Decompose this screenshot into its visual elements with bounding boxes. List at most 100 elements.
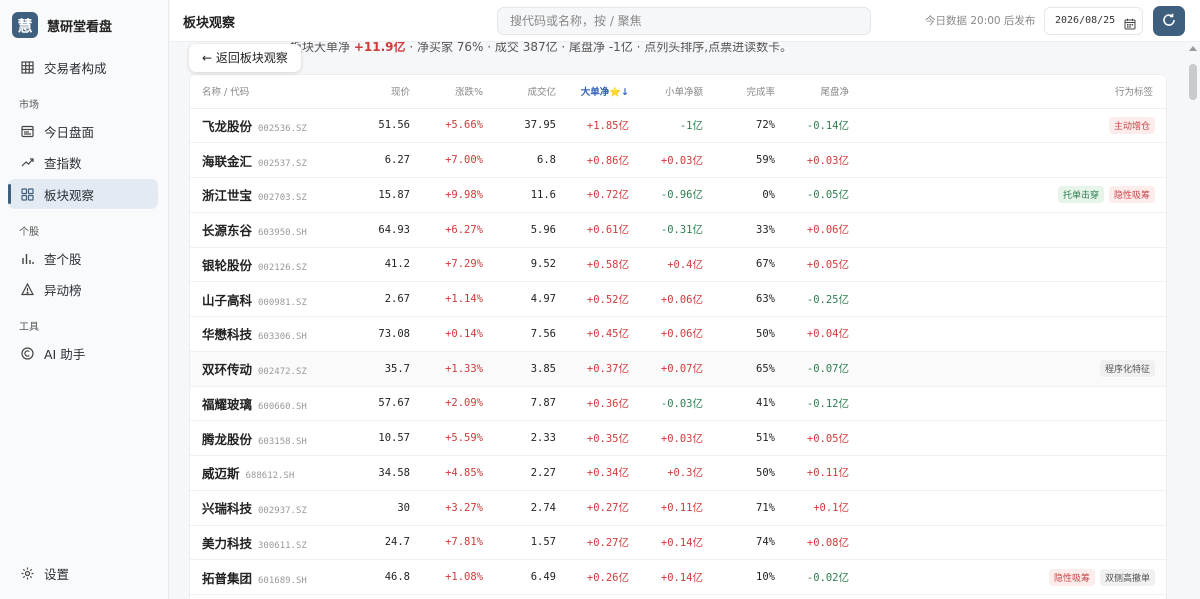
sidebar-item-label: 交易者构成 <box>44 60 107 76</box>
brand: 慧 慧研堂看盘 <box>0 0 168 50</box>
table-row[interactable]: 兴瑞科技 002937.SZ 30 +3.27% 2.74 +0.27亿 +0.11亿 71%… <box>190 490 1166 526</box>
table-row[interactable]: 威迈斯 688612.SH 34.58 +4.85% 2.27 +0.34亿 +0.3亿 50… <box>190 455 1166 491</box>
col-header-name[interactable]: 名称 / 代码 <box>190 75 318 109</box>
refresh-button[interactable] <box>1153 6 1185 36</box>
col-header-completion[interactable]: 完成率 <box>703 75 775 109</box>
big-net-cell: +0.27亿 <box>556 490 629 526</box>
table-row[interactable]: 福耀玻璃 600660.SH 57.67 +2.09% 7.87 +0.36亿 -0.03亿… <box>190 386 1166 422</box>
stock-name-cell[interactable]: 浙江世宝 002703.SZ <box>190 177 318 213</box>
tags-cell <box>849 142 1166 178</box>
stock-name-cell[interactable]: 拓普集团 601689.SH <box>190 559 318 595</box>
sidebar-item-trader-composition[interactable]: 交易者构成 <box>8 52 158 82</box>
col-header-change[interactable]: 涨跌% <box>410 75 483 109</box>
change-cell: +9.98% <box>410 177 483 213</box>
change-cell: +4.85% <box>410 455 483 491</box>
table-row[interactable]: 浙江世宝 002703.SZ 15.87 +9.98% 11.6 +0.72亿 -0.96亿… <box>190 177 1166 213</box>
stock-code: 002536.SZ <box>258 123 307 134</box>
col-header-volume[interactable]: 成交亿 <box>483 75 556 109</box>
table-row[interactable]: 飞龙股份 002536.SZ 51.56 +5.66% 37.95 +1.85亿 -1亿 72… <box>190 108 1166 144</box>
big-net-cell: +0.35亿 <box>556 420 629 456</box>
stock-table-card: 名称 / 代码 现价 涨跌% 成交亿 大单净⭐↓ 小单净额 完成率 尾盘净 行为… <box>189 74 1167 599</box>
change-cell: +6.27% <box>410 212 483 248</box>
stock-code: 002937.SZ <box>258 506 307 517</box>
stock-name-cell[interactable]: 华懋科技 603306.SH <box>190 316 318 352</box>
section-market: 市场 <box>19 99 39 111</box>
small-net-cell: +0.06亿 <box>629 316 703 352</box>
stock-name-cell[interactable]: 双环传动 002472.SZ <box>190 351 318 387</box>
board-icon <box>20 124 34 138</box>
col-header-tags: 行为标签 <box>849 75 1166 109</box>
completion-cell: 59% <box>703 142 775 178</box>
stock-name-cell[interactable]: 海联金汇 002537.SZ <box>190 142 318 178</box>
completion-cell: 51% <box>703 420 775 456</box>
scroll-up-arrow-icon[interactable] <box>1189 46 1197 51</box>
table-row[interactable]: 海联金汇 002537.SZ 6.27 +7.00% 6.8 +0.86亿 +0.03亿 59… <box>190 142 1166 178</box>
completion-cell: 72% <box>703 108 775 144</box>
scrollbar-thumb[interactable] <box>1189 64 1197 100</box>
stock-name-cell[interactable]: 腾龙股份 603158.SH <box>190 420 318 456</box>
sidebar-item-index[interactable]: 查指数 <box>8 147 158 177</box>
sidebar-item-today-board[interactable]: 今日盘面 <box>8 116 158 146</box>
stock-code: 603158.SH <box>258 436 307 447</box>
price-cell: 24.7 <box>318 525 410 561</box>
table-row[interactable]: 山子高科 000981.SZ 2.67 +1.14% 4.97 +0.52亿 +0.06亿 6… <box>190 281 1166 317</box>
calendar-icon <box>1124 15 1136 30</box>
big-net-cell: +0.72亿 <box>556 177 629 213</box>
col-header-small-net[interactable]: 小单净额 <box>629 75 703 109</box>
stock-code: 603306.SH <box>258 332 307 343</box>
stock-name-cell[interactable]: 福耀玻璃 600660.SH <box>190 386 318 422</box>
change-cell: +7.81% <box>410 525 483 561</box>
page-scrollbar[interactable] <box>1186 42 1200 599</box>
small-net-cell: -0.03亿 <box>629 386 703 422</box>
big-net-cell: +0.34亿 <box>556 455 629 491</box>
table-row[interactable]: 腾龙股份 603158.SH 10.57 +5.59% 2.33 +0.35亿 +0.03亿… <box>190 420 1166 456</box>
col-header-price[interactable]: 现价 <box>318 75 410 109</box>
table-row[interactable]: 双环传动 002472.SZ 35.7 +1.33% 3.85 +0.37亿 +0.07亿 6… <box>190 351 1166 387</box>
sidebar-item-label: 异动榜 <box>44 282 82 298</box>
table-row[interactable]: 华懋科技 603306.SH 73.08 +0.14% 7.56 +0.45亿 +0.06亿… <box>190 316 1166 352</box>
col-header-tail-net[interactable]: 尾盘净 <box>775 75 849 109</box>
table-row[interactable]: 拓普集团 601689.SH 46.8 +1.08% 6.49 +0.26亿 +0.14亿 1… <box>190 559 1166 595</box>
tags-cell <box>849 490 1166 526</box>
tags-cell <box>849 455 1166 491</box>
stock-name-cell[interactable]: 美力科技 300611.SZ <box>190 525 318 561</box>
tags-cell: 程序化特征 <box>849 351 1166 387</box>
sidebar-item-label: 设置 <box>44 566 70 582</box>
stock-name: 华懋科技 <box>202 327 253 343</box>
big-net-cell: +0.27亿 <box>556 525 629 561</box>
sidebar-item-stock-lookup[interactable]: 查个股 <box>8 243 158 273</box>
table-row[interactable]: 美力科技 300611.SZ 24.7 +7.81% 1.57 +0.27亿 +0.14亿 7… <box>190 525 1166 561</box>
grid-icon <box>20 60 34 74</box>
volume-cell: 2.33 <box>483 420 556 456</box>
behavior-tag: 主动增仓 <box>1108 116 1155 134</box>
price-cell: 41.2 <box>318 247 410 283</box>
sector-grid-icon <box>20 187 34 201</box>
price-cell: 46.8 <box>318 559 410 595</box>
search-input[interactable]: 搜代码或名称，按 / 聚焦 <box>497 7 871 35</box>
stock-name-cell[interactable]: 飞龙股份 002536.SZ <box>190 108 318 144</box>
sidebar-item-anomaly-board[interactable]: 异动榜 <box>8 274 158 304</box>
date-picker[interactable]: 2026/08/25 <box>1044 7 1143 35</box>
stock-name: 拓普集团 <box>202 570 253 586</box>
stock-name-cell[interactable]: 银轮股份 002126.SZ <box>190 247 318 283</box>
sidebar-item-sector-watch[interactable]: 板块观察 <box>8 179 158 209</box>
behavior-tag: 托单击穿 <box>1057 186 1104 204</box>
tail-net-cell: -0.02亿 <box>775 559 849 595</box>
sidebar-item-ai-assistant[interactable]: AI 助手 <box>8 338 158 368</box>
stock-name-cell[interactable]: 长源东谷 603950.SH <box>190 212 318 248</box>
stock-code: 002126.SZ <box>258 262 307 273</box>
back-to-sector-button[interactable]: ← 返回板块观察 <box>189 44 301 72</box>
small-net-cell: -0.31亿 <box>629 212 703 248</box>
stock-name-cell[interactable]: 兴瑞科技 002937.SZ <box>190 490 318 526</box>
stock-name-cell[interactable]: 山子高科 000981.SZ <box>190 281 318 317</box>
alert-icon <box>20 282 34 296</box>
price-cell: 15.87 <box>318 177 410 213</box>
price-cell: 73.08 <box>318 316 410 352</box>
table-row[interactable]: 长源东谷 603950.SH 64.93 +6.27% 5.96 +0.61亿 -0.31亿… <box>190 212 1166 248</box>
stock-name-cell[interactable]: 威迈斯 688612.SH <box>190 455 318 491</box>
tail-net-cell: +0.03亿 <box>775 142 849 178</box>
tail-net-cell: -0.12亿 <box>775 386 849 422</box>
sidebar-item-settings[interactable]: 设置 <box>8 558 159 588</box>
col-header-big-net[interactable]: 大单净⭐↓ <box>556 75 629 109</box>
table-row[interactable]: 银轮股份 002126.SZ 41.2 +7.29% 9.52 +0.58亿 +0.4亿 67… <box>190 247 1166 283</box>
